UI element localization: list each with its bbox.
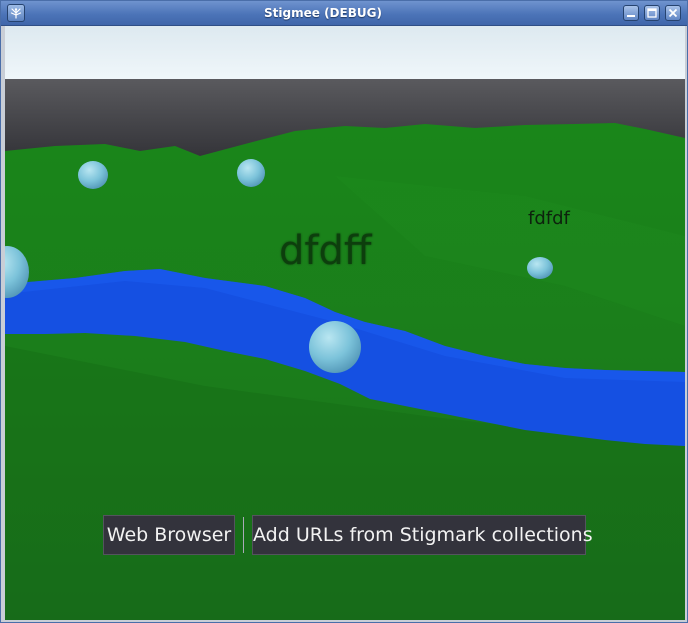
- sky: [5, 26, 685, 86]
- sphere-node[interactable]: [309, 321, 361, 373]
- maximize-icon: [647, 8, 657, 18]
- app-window: Stigmee (DEBUG) dfdff fdfdf Web Browser …: [0, 0, 688, 623]
- scene-label-large: dfdff: [279, 228, 372, 274]
- button-separator: [243, 517, 244, 553]
- minimize-icon: [627, 15, 635, 17]
- maximize-button[interactable]: [644, 5, 660, 21]
- sphere-node[interactable]: [78, 161, 108, 189]
- sphere-node[interactable]: [527, 257, 553, 279]
- close-icon: [668, 8, 678, 18]
- close-button[interactable]: [665, 5, 681, 21]
- web-browser-button[interactable]: Web Browser: [103, 515, 235, 555]
- scene-label-small: fdfdf: [528, 208, 570, 229]
- add-urls-button[interactable]: Add URLs from Stigmark collections: [252, 515, 593, 555]
- title-bar[interactable]: Stigmee (DEBUG): [1, 1, 687, 26]
- 3d-viewport[interactable]: dfdff fdfdf Web Browser Add URLs from St…: [5, 26, 685, 620]
- window-title: Stigmee (DEBUG): [264, 6, 382, 20]
- minimize-button[interactable]: [623, 5, 639, 21]
- sphere-node[interactable]: [237, 159, 265, 187]
